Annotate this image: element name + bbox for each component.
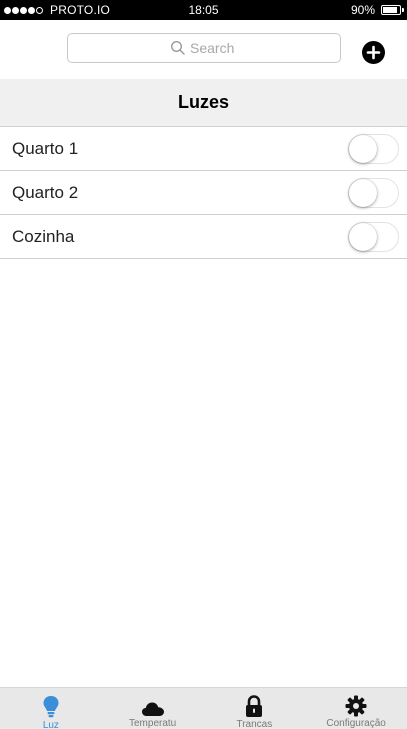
tab-bar: Luz Temperatu Trancas Configuração [0, 687, 407, 729]
search-box[interactable] [67, 33, 341, 63]
page-title: Luzes [177, 92, 229, 112]
tab-luz[interactable]: Luz [0, 688, 102, 729]
light-label: Quarto 2 [12, 182, 79, 202]
list-item: Quarto 1 [0, 127, 407, 171]
tab-label: Configuração [326, 718, 386, 729]
lights-list: Quarto 1 Quarto 2 Cozinha [0, 127, 407, 259]
search-icon [170, 40, 185, 55]
status-right: 90% [350, 3, 404, 17]
search-header [0, 20, 407, 79]
battery-percentage: 90% [350, 3, 375, 17]
tab-configuracao[interactable]: Configuração [305, 688, 407, 729]
light-toggle[interactable] [348, 178, 399, 208]
app-screen: PROTO.IO 18:05 90% Luzes [0, 0, 407, 729]
search-input[interactable] [190, 40, 238, 56]
lightbulb-icon [43, 696, 59, 718]
navigation-bar: Luzes [0, 79, 407, 127]
tab-label: Trancas [236, 719, 273, 729]
light-label: Quarto 1 [12, 138, 79, 158]
tab-label: Temperatu [129, 718, 177, 729]
battery-icon [381, 5, 404, 15]
tab-trancas[interactable]: Trancas [204, 688, 306, 729]
status-time: 18:05 [188, 3, 219, 17]
toggle-knob [349, 135, 377, 163]
tab-temperatura[interactable]: Temperatu [102, 688, 204, 729]
cloud-icon [141, 702, 164, 716]
light-toggle[interactable] [348, 222, 399, 252]
light-label: Cozinha [12, 226, 75, 246]
toggle-knob [349, 179, 377, 207]
list-item: Quarto 2 [0, 171, 407, 215]
status-bar: PROTO.IO 18:05 90% [0, 0, 407, 20]
lock-icon [246, 695, 263, 717]
gear-icon [345, 695, 367, 717]
battery-nub [402, 8, 404, 12]
light-toggle[interactable] [348, 134, 399, 164]
plus-icon [366, 45, 381, 60]
add-button[interactable] [362, 41, 385, 64]
tab-label: Luz [42, 720, 59, 729]
toggle-knob [349, 223, 377, 251]
list-item: Cozinha [0, 215, 407, 259]
battery-fill [383, 7, 398, 13]
